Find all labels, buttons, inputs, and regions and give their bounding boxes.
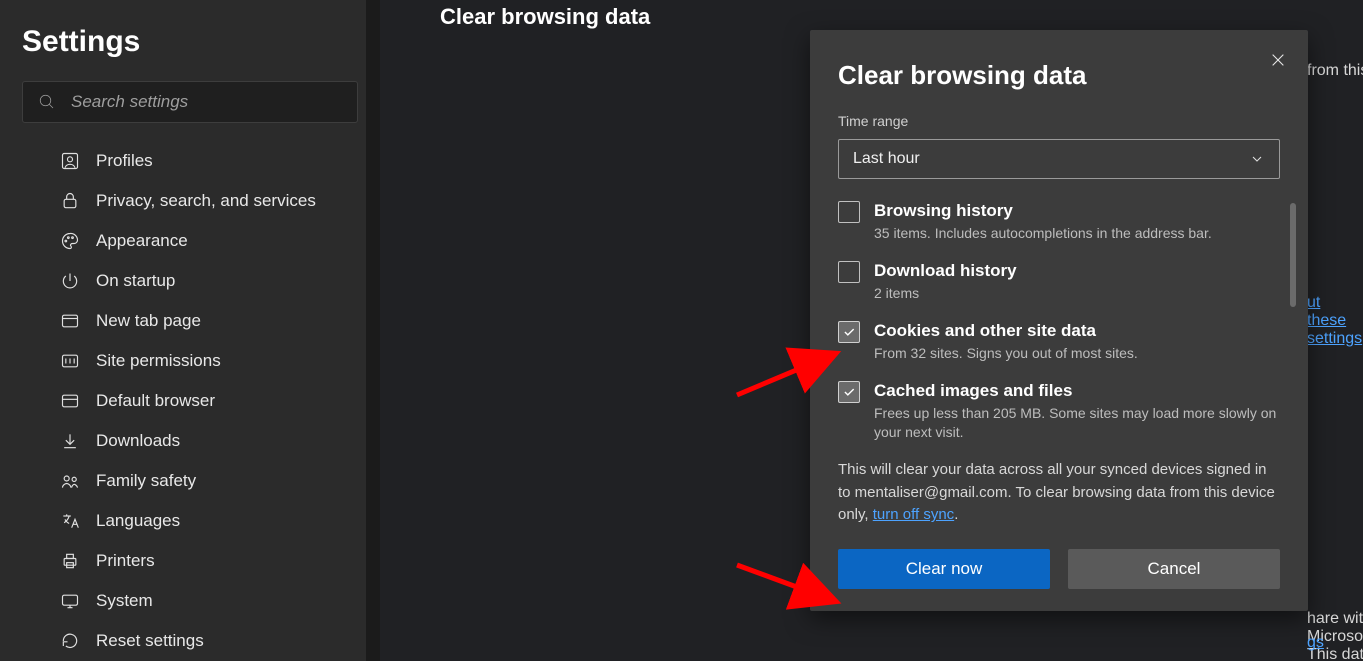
close-icon[interactable] <box>1270 52 1286 68</box>
sync-note: This will clear your data across all you… <box>838 459 1280 527</box>
sidebar-item-label: Reset settings <box>96 631 204 651</box>
option-cookies: Cookies and other site data From 32 site… <box>838 321 1280 363</box>
checkbox-cookies[interactable] <box>838 321 860 343</box>
cancel-button[interactable]: Cancel <box>1068 549 1280 589</box>
sidebar-item-startup[interactable]: On startup <box>22 261 358 301</box>
time-range-value: Last hour <box>853 150 920 168</box>
sidebar-item-label: Family safety <box>96 471 196 491</box>
sidebar-item-label: Appearance <box>96 231 188 251</box>
sidebar-item-label: Printers <box>96 551 155 571</box>
option-cache: Cached images and files Frees up less th… <box>838 381 1280 442</box>
sidebar-item-permissions[interactable]: Site permissions <box>22 341 358 381</box>
time-range-select[interactable]: Last hour <box>838 139 1280 179</box>
option-title: Cached images and files <box>874 381 1280 401</box>
checkbox-download-history[interactable] <box>838 261 860 283</box>
sidebar-item-profiles[interactable]: Profiles <box>22 141 358 181</box>
clear-options-list: Browsing history 35 items. Includes auto… <box>838 201 1280 441</box>
sliders-icon <box>60 351 80 371</box>
settings-title: Settings <box>22 25 358 59</box>
sidebar-item-label: Default browser <box>96 391 215 411</box>
option-desc: Frees up less than 205 MB. Some sites ma… <box>874 404 1280 442</box>
settings-link-suffix[interactable]: gs <box>1307 634 1324 652</box>
time-range-label: Time range <box>838 113 1280 129</box>
reset-icon <box>60 631 80 651</box>
clear-now-button[interactable]: Clear now <box>838 549 1050 589</box>
main-content: Clear browsing data from this profile wi… <box>380 0 1363 661</box>
sidebar-item-label: Profiles <box>96 151 153 171</box>
download-icon <box>60 431 80 451</box>
search-input[interactable] <box>22 81 358 123</box>
sidebar-item-languages[interactable]: Languages <box>22 501 358 541</box>
printer-icon <box>60 551 80 571</box>
sidebar-item-reset[interactable]: Reset settings <box>22 621 358 661</box>
sidebar-item-privacy[interactable]: Privacy, search, and services <box>22 181 358 221</box>
lock-icon <box>60 191 80 211</box>
sidebar-item-newtab[interactable]: New tab page <box>22 301 358 341</box>
profile-icon <box>60 151 80 171</box>
sidebar-item-label: Privacy, search, and services <box>96 191 316 211</box>
about-settings-link[interactable]: ut these settings <box>1307 294 1363 348</box>
monitor-icon <box>60 591 80 611</box>
option-title: Cookies and other site data <box>874 321 1138 341</box>
search-wrapper <box>22 81 358 123</box>
sidebar-item-label: Languages <box>96 511 180 531</box>
language-icon <box>60 511 80 531</box>
sidebar-item-family[interactable]: Family safety <box>22 461 358 501</box>
option-browsing-history: Browsing history 35 items. Includes auto… <box>838 201 1280 243</box>
turn-off-sync-link[interactable]: turn off sync <box>873 506 954 523</box>
sidebar-item-default-browser[interactable]: Default browser <box>22 381 358 421</box>
sidebar-item-system[interactable]: System <box>22 581 358 621</box>
dialog-title: Clear browsing data <box>838 60 1280 91</box>
chevron-down-icon <box>1249 151 1265 167</box>
options-scrollbar[interactable] <box>1290 203 1296 307</box>
sidebar-nav: Profiles Privacy, search, and services A… <box>22 141 358 661</box>
people-icon <box>60 471 80 491</box>
tab-icon <box>60 311 80 331</box>
palette-icon <box>60 231 80 251</box>
page-title: Clear browsing data <box>440 4 1327 30</box>
option-desc: 2 items <box>874 284 1017 303</box>
option-desc: From 32 sites. Signs you out of most sit… <box>874 344 1138 363</box>
option-title: Download history <box>874 261 1017 281</box>
window-icon <box>60 391 80 411</box>
sidebar-item-appearance[interactable]: Appearance <box>22 221 358 261</box>
profile-delete-text: from this profile will be deleted. Manag… <box>1307 62 1363 80</box>
option-desc: 35 items. Includes autocompletions in th… <box>874 224 1212 243</box>
dialog-buttons: Clear now Cancel <box>838 549 1280 589</box>
sidebar-item-printers[interactable]: Printers <box>22 541 358 581</box>
option-download-history: Download history 2 items <box>838 261 1280 303</box>
checkbox-cache[interactable] <box>838 381 860 403</box>
sidebar-item-label: On startup <box>96 271 175 291</box>
settings-sidebar: Settings Profiles Privacy, search, and s… <box>0 0 380 661</box>
clear-browsing-data-dialog: Clear browsing data Time range Last hour… <box>810 30 1308 611</box>
sidebar-item-label: Downloads <box>96 431 180 451</box>
search-icon <box>38 93 56 111</box>
sidebar-item-label: System <box>96 591 153 611</box>
power-icon <box>60 271 80 291</box>
sidebar-item-label: Site permissions <box>96 351 221 371</box>
sidebar-item-label: New tab page <box>96 311 201 331</box>
option-title: Browsing history <box>874 201 1212 221</box>
checkbox-browsing-history[interactable] <box>838 201 860 223</box>
sidebar-item-downloads[interactable]: Downloads <box>22 421 358 461</box>
